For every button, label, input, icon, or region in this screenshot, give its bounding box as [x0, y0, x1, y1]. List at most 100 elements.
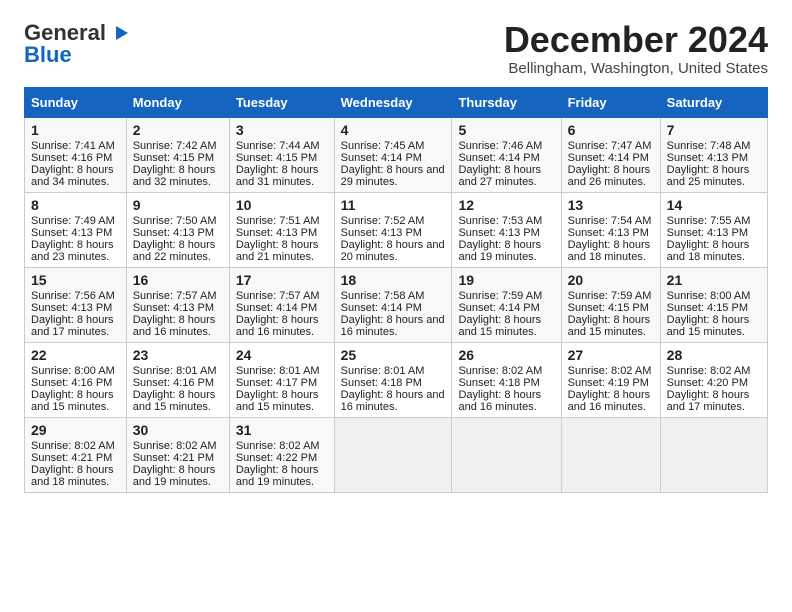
logo: General Blue: [24, 20, 130, 68]
sunset: Sunset: 4:21 PM: [31, 452, 112, 464]
daylight: Daylight: 8 hours and 21 minutes.: [236, 239, 319, 263]
calendar-cell: 26 Sunrise: 8:02 AM Sunset: 4:18 PM Dayl…: [452, 342, 561, 417]
sunset: Sunset: 4:13 PM: [31, 302, 112, 314]
day-number: 6: [568, 122, 654, 138]
daylight: Daylight: 8 hours and 15 minutes.: [133, 389, 216, 413]
sunset: Sunset: 4:15 PM: [667, 302, 748, 314]
calendar-cell: 31 Sunrise: 8:02 AM Sunset: 4:22 PM Dayl…: [229, 417, 334, 492]
sunrise: Sunrise: 7:51 AM: [236, 215, 320, 227]
calendar-cell: 12 Sunrise: 7:53 AM Sunset: 4:13 PM Dayl…: [452, 192, 561, 267]
daylight: Daylight: 8 hours and 17 minutes.: [31, 314, 114, 338]
sunrise: Sunrise: 7:58 AM: [341, 290, 425, 302]
calendar-cell: [660, 417, 767, 492]
day-number: 9: [133, 197, 223, 213]
day-number: 17: [236, 272, 328, 288]
daylight: Daylight: 8 hours and 19 minutes.: [236, 464, 319, 488]
day-number: 2: [133, 122, 223, 138]
calendar-week-row: 29 Sunrise: 8:02 AM Sunset: 4:21 PM Dayl…: [25, 417, 768, 492]
day-number: 27: [568, 347, 654, 363]
day-number: 13: [568, 197, 654, 213]
sunrise: Sunrise: 7:46 AM: [458, 140, 542, 152]
calendar-week-row: 22 Sunrise: 8:00 AM Sunset: 4:16 PM Dayl…: [25, 342, 768, 417]
calendar-cell: 5 Sunrise: 7:46 AM Sunset: 4:14 PM Dayli…: [452, 117, 561, 192]
daylight: Daylight: 8 hours and 32 minutes.: [133, 164, 216, 188]
weekday-header: Thursday: [452, 87, 561, 117]
calendar-cell: 20 Sunrise: 7:59 AM Sunset: 4:15 PM Dayl…: [561, 267, 660, 342]
calendar-cell: 6 Sunrise: 7:47 AM Sunset: 4:14 PM Dayli…: [561, 117, 660, 192]
sunset: Sunset: 4:21 PM: [133, 452, 214, 464]
calendar-cell: 7 Sunrise: 7:48 AM Sunset: 4:13 PM Dayli…: [660, 117, 767, 192]
sunset: Sunset: 4:14 PM: [458, 152, 539, 164]
sunset: Sunset: 4:14 PM: [341, 302, 422, 314]
daylight: Daylight: 8 hours and 19 minutes.: [133, 464, 216, 488]
daylight: Daylight: 8 hours and 16 minutes.: [568, 389, 651, 413]
header-row: SundayMondayTuesdayWednesdayThursdayFrid…: [25, 87, 768, 117]
calendar-cell: 30 Sunrise: 8:02 AM Sunset: 4:21 PM Dayl…: [126, 417, 229, 492]
calendar-cell: [334, 417, 452, 492]
daylight: Daylight: 8 hours and 16 minutes.: [341, 389, 445, 413]
sunrise: Sunrise: 7:44 AM: [236, 140, 320, 152]
calendar-cell: 2 Sunrise: 7:42 AM Sunset: 4:15 PM Dayli…: [126, 117, 229, 192]
sunrise: Sunrise: 8:02 AM: [568, 365, 652, 377]
calendar-cell: 3 Sunrise: 7:44 AM Sunset: 4:15 PM Dayli…: [229, 117, 334, 192]
daylight: Daylight: 8 hours and 20 minutes.: [341, 239, 445, 263]
sunset: Sunset: 4:17 PM: [236, 377, 317, 389]
day-number: 4: [341, 122, 446, 138]
sunset: Sunset: 4:13 PM: [667, 227, 748, 239]
sunset: Sunset: 4:15 PM: [568, 302, 649, 314]
daylight: Daylight: 8 hours and 19 minutes.: [458, 239, 541, 263]
calendar-cell: 13 Sunrise: 7:54 AM Sunset: 4:13 PM Dayl…: [561, 192, 660, 267]
calendar-table: SundayMondayTuesdayWednesdayThursdayFrid…: [24, 87, 768, 493]
calendar-cell: 15 Sunrise: 7:56 AM Sunset: 4:13 PM Dayl…: [25, 267, 127, 342]
calendar-cell: [452, 417, 561, 492]
location: Bellingham, Washington, United States: [504, 60, 768, 77]
sunrise: Sunrise: 8:02 AM: [133, 440, 217, 452]
calendar-week-row: 1 Sunrise: 7:41 AM Sunset: 4:16 PM Dayli…: [25, 117, 768, 192]
calendar-week-row: 8 Sunrise: 7:49 AM Sunset: 4:13 PM Dayli…: [25, 192, 768, 267]
sunrise: Sunrise: 7:53 AM: [458, 215, 542, 227]
sunset: Sunset: 4:14 PM: [458, 302, 539, 314]
daylight: Daylight: 8 hours and 15 minutes.: [31, 389, 114, 413]
daylight: Daylight: 8 hours and 27 minutes.: [458, 164, 541, 188]
calendar-cell: 1 Sunrise: 7:41 AM Sunset: 4:16 PM Dayli…: [25, 117, 127, 192]
weekday-header: Wednesday: [334, 87, 452, 117]
daylight: Daylight: 8 hours and 16 minutes.: [341, 314, 445, 338]
day-number: 31: [236, 422, 328, 438]
sunrise: Sunrise: 7:57 AM: [133, 290, 217, 302]
sunrise: Sunrise: 7:45 AM: [341, 140, 425, 152]
sunset: Sunset: 4:16 PM: [31, 152, 112, 164]
sunset: Sunset: 4:16 PM: [133, 377, 214, 389]
sunset: Sunset: 4:14 PM: [341, 152, 422, 164]
calendar-cell: 16 Sunrise: 7:57 AM Sunset: 4:13 PM Dayl…: [126, 267, 229, 342]
day-number: 24: [236, 347, 328, 363]
daylight: Daylight: 8 hours and 22 minutes.: [133, 239, 216, 263]
sunrise: Sunrise: 8:02 AM: [31, 440, 115, 452]
weekday-header: Monday: [126, 87, 229, 117]
calendar-cell: 23 Sunrise: 8:01 AM Sunset: 4:16 PM Dayl…: [126, 342, 229, 417]
sunset: Sunset: 4:15 PM: [133, 152, 214, 164]
sunset: Sunset: 4:22 PM: [236, 452, 317, 464]
day-number: 23: [133, 347, 223, 363]
daylight: Daylight: 8 hours and 18 minutes.: [667, 239, 750, 263]
sunset: Sunset: 4:13 PM: [568, 227, 649, 239]
calendar-cell: 19 Sunrise: 7:59 AM Sunset: 4:14 PM Dayl…: [452, 267, 561, 342]
day-number: 8: [31, 197, 120, 213]
weekday-header: Tuesday: [229, 87, 334, 117]
sunset: Sunset: 4:13 PM: [31, 227, 112, 239]
sunrise: Sunrise: 7:48 AM: [667, 140, 751, 152]
day-number: 29: [31, 422, 120, 438]
sunset: Sunset: 4:18 PM: [341, 377, 422, 389]
day-number: 11: [341, 197, 446, 213]
sunrise: Sunrise: 7:42 AM: [133, 140, 217, 152]
calendar-cell: 11 Sunrise: 7:52 AM Sunset: 4:13 PM Dayl…: [334, 192, 452, 267]
daylight: Daylight: 8 hours and 16 minutes.: [133, 314, 216, 338]
calendar-cell: 9 Sunrise: 7:50 AM Sunset: 4:13 PM Dayli…: [126, 192, 229, 267]
sunset: Sunset: 4:13 PM: [341, 227, 422, 239]
daylight: Daylight: 8 hours and 18 minutes.: [568, 239, 651, 263]
sunset: Sunset: 4:19 PM: [568, 377, 649, 389]
sunrise: Sunrise: 7:56 AM: [31, 290, 115, 302]
calendar-cell: 25 Sunrise: 8:01 AM Sunset: 4:18 PM Dayl…: [334, 342, 452, 417]
sunset: Sunset: 4:16 PM: [31, 377, 112, 389]
daylight: Daylight: 8 hours and 18 minutes.: [31, 464, 114, 488]
calendar-cell: 17 Sunrise: 7:57 AM Sunset: 4:14 PM Dayl…: [229, 267, 334, 342]
